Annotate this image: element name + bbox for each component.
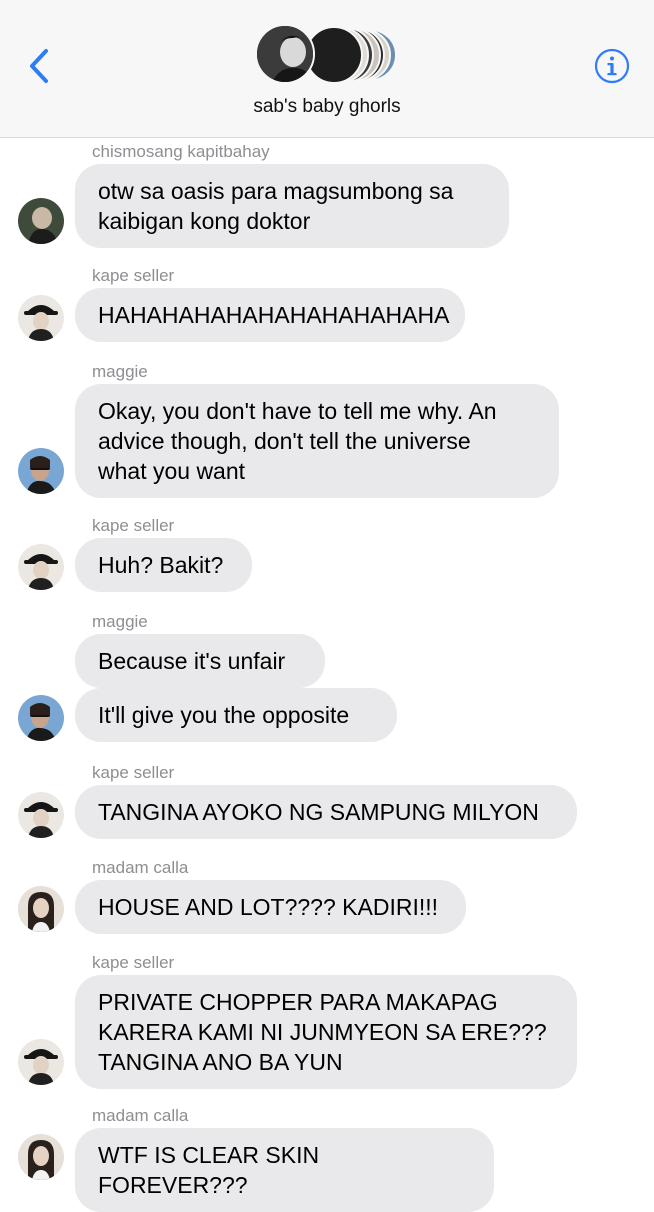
sender-name: madam calla — [92, 1106, 189, 1125]
group-avatar-stack[interactable] — [255, 24, 405, 86]
avatar[interactable] — [18, 544, 64, 590]
message-bubble[interactable]: Okay, you don't have to tell me why. An … — [75, 384, 559, 498]
sender-name: kape seller — [92, 953, 175, 972]
sender-name: kape seller — [92, 516, 175, 535]
sender-name: chismosang kapitbahay — [92, 142, 270, 161]
info-button[interactable] — [594, 48, 630, 84]
avatar[interactable] — [18, 792, 64, 838]
avatar[interactable] — [18, 695, 64, 741]
avatar[interactable] — [18, 1134, 64, 1180]
message-bubble[interactable]: TANGINA AYOKO NG SAMPUNG MILYON — [75, 785, 577, 839]
group-member-avatar — [255, 24, 315, 84]
message-bubble[interactable]: PRIVATE CHOPPER PARA MAKAPAG KARERA KAMI… — [75, 975, 577, 1089]
message-thread[interactable]: chismosang kapitbahay otw sa oasis para … — [0, 138, 654, 1212]
chevron-left-icon — [30, 49, 48, 83]
message-bubble[interactable]: otw sa oasis para magsumbong sa kaibigan… — [75, 164, 509, 248]
avatar[interactable] — [18, 1039, 64, 1085]
avatar[interactable] — [18, 198, 64, 244]
sender-name: kape seller — [92, 763, 175, 782]
message-bubble[interactable]: HAHAHAHAHAHAHAHAHAHAHA — [75, 288, 465, 342]
message-bubble[interactable]: HOUSE AND LOT???? KADIRI!!! — [75, 880, 466, 934]
avatar[interactable] — [18, 295, 64, 341]
sender-name: kape seller — [92, 266, 175, 285]
avatar[interactable] — [18, 886, 64, 932]
message-bubble[interactable]: Huh? Bakit? — [75, 538, 252, 592]
group-name: sab's baby ghorls — [253, 96, 401, 117]
sender-name: maggie — [92, 362, 148, 381]
avatar[interactable] — [18, 448, 64, 494]
message-bubble[interactable]: It'll give you the opposite — [75, 688, 397, 742]
sender-name: maggie — [92, 612, 148, 631]
info-circle-icon — [594, 48, 630, 84]
message-bubble[interactable]: WTF IS CLEAR SKIN FOREVER??? — [75, 1128, 494, 1212]
sender-name: madam calla — [92, 858, 189, 877]
back-button[interactable] — [22, 44, 56, 88]
message-bubble[interactable]: Because it's unfair — [75, 634, 325, 688]
conversation-header: sab's baby ghorls — [0, 0, 654, 138]
